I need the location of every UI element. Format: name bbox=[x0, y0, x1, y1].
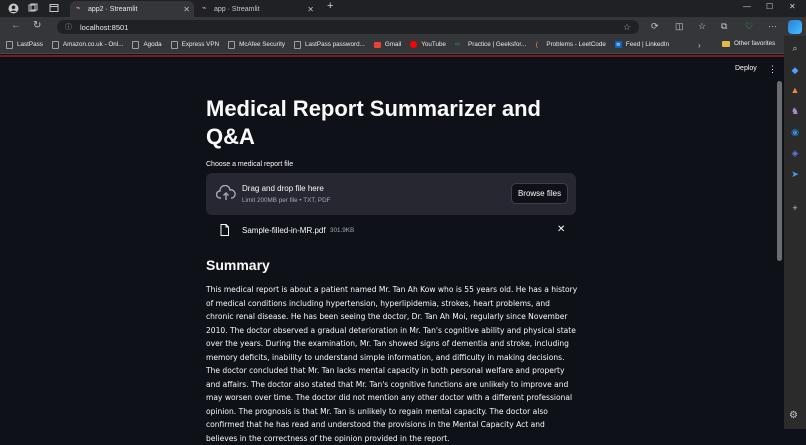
summary-text: This medical report is about a patient n… bbox=[206, 285, 578, 443]
bookmark-mcafee[interactable]: McAfee Security bbox=[228, 40, 285, 49]
tab-actions-icon[interactable] bbox=[47, 1, 61, 15]
tab-app2[interactable]: ⌁ app2 · Streamlit ✕ bbox=[70, 1, 194, 17]
bookmark-agoda[interactable]: Agoda bbox=[132, 40, 162, 49]
bookmark-label: Practice | Geeksfor... bbox=[468, 41, 527, 48]
main-menu-icon[interactable]: ⋮ bbox=[768, 64, 777, 75]
copilot-icon[interactable] bbox=[788, 20, 802, 34]
bookmark-label: McAfee Security bbox=[239, 41, 285, 48]
tab-label: app2 · Streamlit bbox=[88, 5, 138, 13]
workspaces-icon[interactable] bbox=[26, 1, 40, 15]
streamlit-app: Deploy ⋮ Medical Report Summarizer and Q… bbox=[0, 55, 784, 443]
uploader-label: Choose a medical report file bbox=[206, 161, 294, 168]
send-icon[interactable]: ➤ bbox=[789, 168, 801, 180]
bookmark-label: Amazon.co.uk - Onl... bbox=[62, 41, 124, 48]
favorites-icon[interactable]: ☆ bbox=[698, 21, 706, 32]
bookmark-linkedin[interactable]: in Feed | LinkedIn bbox=[614, 41, 670, 48]
leetcode-icon: ⟨ bbox=[535, 41, 539, 49]
close-tab-icon[interactable]: ✕ bbox=[183, 5, 190, 14]
page-icon bbox=[132, 40, 140, 49]
split-screen-icon[interactable]: ◫ bbox=[675, 21, 684, 32]
bookmark-expressvpn[interactable]: Express VPN bbox=[170, 40, 220, 49]
bookmark-label: LastPass bbox=[17, 41, 43, 48]
file-name: Sample-filled-in-MR.pdf bbox=[242, 226, 326, 235]
bookmark-lastpass-password[interactable]: LastPass password... bbox=[293, 40, 365, 49]
page-icon bbox=[6, 40, 13, 49]
edge-sidebar: ⌕ ◆ ▲ ♞ ◉ ◈ ➤ + bbox=[784, 36, 806, 429]
address-text: localhost:8501 bbox=[80, 22, 129, 32]
file-size: 301.9KB bbox=[330, 227, 355, 234]
games-icon[interactable]: ♞ bbox=[789, 105, 801, 117]
shopping-icon[interactable]: ◆ bbox=[789, 64, 801, 76]
bookmark-geeksforgeeks[interactable]: ∞ Practice | Geeksfor... bbox=[455, 41, 526, 49]
file-icon bbox=[220, 224, 229, 236]
deploy-button[interactable]: Deploy bbox=[735, 65, 757, 72]
collections-icon[interactable]: ⧉ bbox=[721, 21, 727, 32]
add-icon[interactable]: + bbox=[789, 202, 801, 214]
site-info-icon[interactable]: ⓘ bbox=[65, 22, 72, 32]
bookmark-youtube[interactable]: YouTube bbox=[410, 41, 446, 48]
profile-icon[interactable] bbox=[6, 1, 20, 15]
bookmarks-bar: LastPass Amazon.co.uk - Onl... Agoda Exp… bbox=[0, 36, 806, 54]
browser-toolbar: ← ↻ ⓘ localhost:8501 ☆ ⟳ ◫ ☆ ⧉ ♡ ··· bbox=[0, 17, 806, 36]
bookmark-label: Feed | LinkedIn bbox=[625, 41, 670, 48]
bookmark-label: Gmail bbox=[384, 41, 402, 48]
page-icon bbox=[51, 40, 59, 49]
page-icon bbox=[293, 40, 301, 49]
bookmark-label: Agoda bbox=[143, 41, 162, 48]
summary-heading: Summary bbox=[206, 257, 270, 273]
chevron-right-icon[interactable]: › bbox=[698, 41, 701, 50]
page-title: Medical Report Summarizer and Q&A bbox=[206, 96, 541, 149]
linkedin-icon: in bbox=[614, 41, 622, 48]
geeksforgeeks-icon: ∞ bbox=[455, 40, 461, 48]
remove-file-icon[interactable]: ✕ bbox=[557, 224, 565, 235]
dropzone-title: Drag and drop file here bbox=[242, 184, 324, 193]
close-tab-icon[interactable]: ✕ bbox=[307, 5, 314, 14]
close-window-icon[interactable]: ✕ bbox=[789, 2, 796, 11]
tab-label: app · Streamlit bbox=[214, 5, 260, 13]
favorite-star-icon[interactable]: ☆ bbox=[623, 22, 631, 33]
file-dropzone[interactable]: Drag and drop file here Limit 200MB per … bbox=[206, 173, 576, 215]
streamlit-icon: ⌁ bbox=[202, 5, 207, 12]
folder-icon bbox=[722, 40, 730, 47]
new-tab-icon[interactable]: + bbox=[327, 0, 333, 12]
browse-files-button[interactable]: Browse files bbox=[511, 183, 568, 204]
streamlit-icon: ⌁ bbox=[76, 5, 81, 12]
bookmark-amazon[interactable]: Amazon.co.uk - Onl... bbox=[51, 40, 124, 49]
office-icon[interactable]: ◈ bbox=[789, 147, 801, 159]
upload-cloud-icon bbox=[216, 185, 236, 200]
bookmark-gmail[interactable]: Gmail bbox=[373, 41, 402, 48]
browser-essentials-icon[interactable]: ♡ bbox=[745, 21, 753, 32]
address-bar[interactable]: ⓘ localhost:8501 ☆ bbox=[57, 20, 639, 34]
bookmark-label: Problems - LeetCode bbox=[546, 41, 606, 48]
minimize-icon[interactable]: — bbox=[743, 2, 751, 11]
settings-gear-icon[interactable]: ⚙ bbox=[789, 410, 798, 421]
dropzone-limits: Limit 200MB per file • TXT, PDF bbox=[242, 197, 331, 204]
bookmark-leetcode[interactable]: ⟨ Problems - LeetCode bbox=[535, 41, 606, 49]
other-favorites-label: Other favorites bbox=[734, 40, 776, 47]
more-menu-icon[interactable]: ··· bbox=[768, 21, 777, 31]
bookmark-label: Express VPN bbox=[181, 41, 220, 48]
page-icon bbox=[170, 40, 178, 49]
outlook-icon[interactable]: ◉ bbox=[789, 126, 801, 138]
back-icon[interactable]: ← bbox=[11, 20, 21, 31]
extensions-icon[interactable]: ⟳ bbox=[651, 21, 659, 32]
maximize-icon[interactable]: ☐ bbox=[766, 2, 773, 11]
page-icon bbox=[228, 40, 236, 49]
scrollbar[interactable] bbox=[777, 81, 782, 261]
uploaded-file: Sample-filled-in-MR.pdf 301.9KB ✕ bbox=[206, 222, 576, 240]
gmail-icon bbox=[373, 41, 381, 48]
search-icon[interactable]: ⌕ bbox=[789, 42, 801, 54]
browser-titlebar: ⌁ app2 · Streamlit ✕ ⌁ app · Streamlit ✕… bbox=[0, 0, 806, 17]
reload-icon[interactable]: ↻ bbox=[33, 20, 41, 31]
bookmark-label: YouTube bbox=[421, 41, 447, 48]
bookmark-lastpass[interactable]: LastPass bbox=[6, 40, 43, 49]
tools-icon[interactable]: ▲ bbox=[789, 84, 801, 96]
other-favorites[interactable]: Other favorites bbox=[722, 40, 775, 47]
tab-app[interactable]: ⌁ app · Streamlit ✕ bbox=[196, 1, 318, 17]
youtube-icon bbox=[410, 41, 418, 48]
bookmark-label: LastPass password... bbox=[304, 41, 365, 48]
